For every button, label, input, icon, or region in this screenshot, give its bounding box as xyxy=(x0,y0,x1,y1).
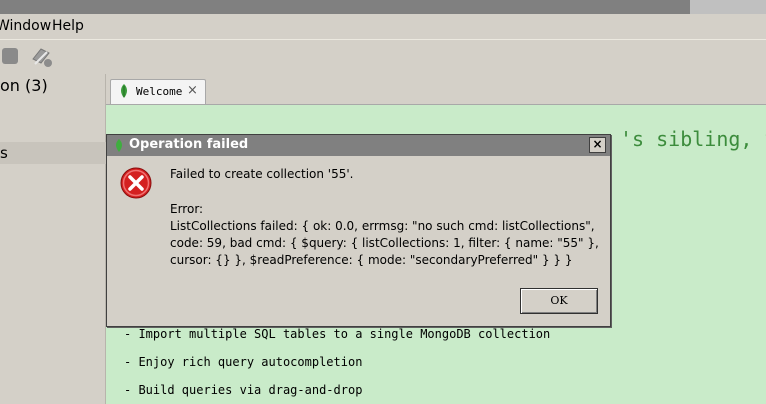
error-line-3: cursor: {} }, $readPreference: { mode: "… xyxy=(170,253,573,267)
sidebar-item-selected[interactable]: s xyxy=(0,144,8,162)
feature-item-autocomplete: - Enjoy rich query autocompletion xyxy=(124,355,363,369)
error-icon xyxy=(119,166,153,204)
error-label: Error: xyxy=(170,202,204,216)
menu-help[interactable]: Help xyxy=(52,18,84,34)
error-dialog: Operation failed × Failed to create coll… xyxy=(106,134,611,327)
toolbar xyxy=(0,41,766,73)
app-leaf-icon xyxy=(112,138,126,157)
window-titlebar xyxy=(0,0,766,14)
menubar: Window Help xyxy=(0,14,766,40)
dialog-titlebar[interactable]: Operation failed × xyxy=(107,135,610,156)
dialog-message: Failed to create collection '55'. xyxy=(170,167,354,181)
tab-strip: Welcome × xyxy=(106,74,766,105)
ok-button[interactable]: OK xyxy=(520,288,598,314)
tab-welcome[interactable]: Welcome × xyxy=(110,79,206,105)
stop-icon[interactable] xyxy=(2,48,18,64)
feature-item-dragdrop: - Build queries via drag-and-drop xyxy=(124,383,363,397)
headline-visible-text: 's sibling, S xyxy=(620,127,766,151)
dialog-close-button[interactable]: × xyxy=(589,137,606,153)
error-line-1: ListCollections failed: { ok: 0.0, errms… xyxy=(170,219,595,233)
sidebar-selected-row[interactable] xyxy=(0,142,106,164)
sidebar: on (3) s xyxy=(0,74,106,404)
titlebar-right-area xyxy=(690,0,766,14)
refresh-icon[interactable] xyxy=(28,45,54,69)
sidebar-item-connection[interactable]: on (3) xyxy=(0,76,48,95)
menu-window[interactable]: Window xyxy=(0,18,51,34)
tab-label: Welcome xyxy=(136,85,183,98)
close-icon[interactable]: × xyxy=(187,83,198,98)
dialog-title: Operation failed xyxy=(129,137,249,152)
feature-item-import: - Import multiple SQL tables to a single… xyxy=(124,327,551,341)
leaf-icon xyxy=(117,83,131,103)
error-line-2: code: 59, bad cmd: { $query: { listColle… xyxy=(170,236,599,250)
